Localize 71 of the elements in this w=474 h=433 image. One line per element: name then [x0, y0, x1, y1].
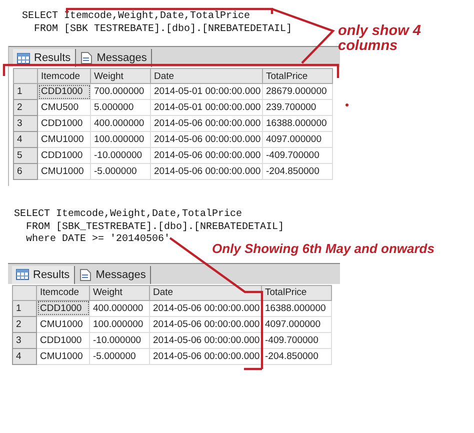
document-icon	[78, 268, 92, 280]
table-cell: 2014-05-01 00:00:00.000	[150, 84, 262, 100]
annotation-dot	[346, 104, 348, 106]
table-cell: 400.000000	[90, 116, 150, 132]
results-tab[interactable]: Messages	[76, 49, 152, 67]
table-cell: 2014-05-06 00:00:00.000	[150, 148, 262, 164]
table-cell: 2014-05-06 00:00:00.000	[150, 132, 262, 148]
table-cell: 5.000000	[90, 100, 150, 116]
table-cell: CMU1000	[38, 164, 90, 180]
column-header[interactable]: Itemcode	[38, 68, 90, 84]
sql-line: SELECT Itemcode,Weight,Date,TotalPrice	[14, 209, 242, 222]
table-cell: 4097.000000	[262, 132, 332, 148]
table-cell: 16388.000000	[262, 300, 332, 316]
table-cell: 2014-05-01 00:00:00.000	[150, 100, 262, 116]
row-number[interactable]: 3	[14, 116, 38, 132]
row-number[interactable]: 4	[14, 132, 38, 148]
table-cell: CMU1000	[38, 132, 90, 148]
row-number[interactable]: 6	[14, 164, 38, 180]
table-cell: CMU1000	[36, 348, 90, 364]
header-corner	[14, 68, 38, 84]
column-header[interactable]: TotalPrice	[262, 68, 332, 84]
sql-line: where DATE >= '20140506'	[25, 234, 170, 246]
table-cell: 100.000000	[90, 132, 150, 148]
column-header[interactable]: TotalPrice	[262, 285, 332, 300]
table-cell: 2014-05-06 00:00:00.000	[150, 116, 262, 132]
table-cell: 28679.000000	[262, 84, 332, 100]
table-cell: 400.000000	[90, 300, 150, 316]
annotation-note: Only Showing 6th May and onwards	[212, 241, 434, 256]
column-header[interactable]: Date	[150, 285, 262, 300]
table-cell: CDD1000	[38, 148, 90, 164]
results-tab[interactable]: Messages	[74, 266, 151, 284]
row-number[interactable]: 2	[12, 316, 36, 332]
column-header[interactable]: Date	[150, 68, 262, 84]
header-corner	[12, 285, 36, 300]
table-cell: -10.000000	[90, 332, 150, 348]
table-cell: CMU500	[38, 100, 90, 116]
sql-line: FROM [SBK_TESTREBATE].[dbo].[NREBATEDETAIL]	[25, 222, 284, 234]
table-cell: CMU1000	[36, 316, 90, 332]
table-cell: -5.000000	[90, 348, 150, 364]
table-cell: 16388.000000	[262, 116, 332, 132]
grid-icon	[17, 52, 30, 64]
row-number[interactable]: 1	[12, 300, 36, 316]
table-cell: -10.000000	[90, 148, 150, 164]
table-cell: CDD1000	[38, 84, 90, 100]
table-cell: -409.700000	[262, 148, 332, 164]
results-tab[interactable]: Results	[12, 266, 75, 284]
row-number[interactable]: 5	[14, 148, 38, 164]
table-cell: -409.700000	[262, 332, 332, 348]
table-cell: 4097.000000	[262, 316, 332, 332]
grid-icon	[16, 269, 29, 280]
table-cell: -5.000000	[90, 164, 150, 180]
row-number[interactable]: 2	[14, 100, 38, 116]
column-header[interactable]: Weight	[90, 68, 150, 84]
annotation-note: only show 4 columns	[338, 24, 422, 54]
sql-line: SELECT Itemcode,Weight,Date,TotalPrice	[22, 11, 250, 24]
row-number[interactable]: 4	[12, 348, 36, 364]
table-cell: 2014-05-06 00:00:00.000	[150, 164, 262, 180]
column-header[interactable]: Itemcode	[36, 285, 90, 300]
column-header[interactable]: Weight	[90, 285, 150, 300]
table-cell: CDD1000	[36, 300, 90, 316]
row-number[interactable]: 3	[12, 332, 36, 348]
table-cell: -204.850000	[262, 164, 332, 180]
table-cell: 700.000000	[90, 84, 150, 100]
sql-line: FROM [SBK TESTREBATE].[dbo].[NREBATEDETAIL]	[33, 24, 292, 36]
table-cell: 100.000000	[90, 316, 150, 332]
table-cell: 239.700000	[262, 100, 332, 116]
table-cell: CDD1000	[38, 116, 90, 132]
table-cell: -204.850000	[262, 348, 332, 364]
document-icon	[80, 52, 93, 64]
row-number[interactable]: 1	[14, 84, 38, 100]
table-cell: CDD1000	[36, 332, 90, 348]
